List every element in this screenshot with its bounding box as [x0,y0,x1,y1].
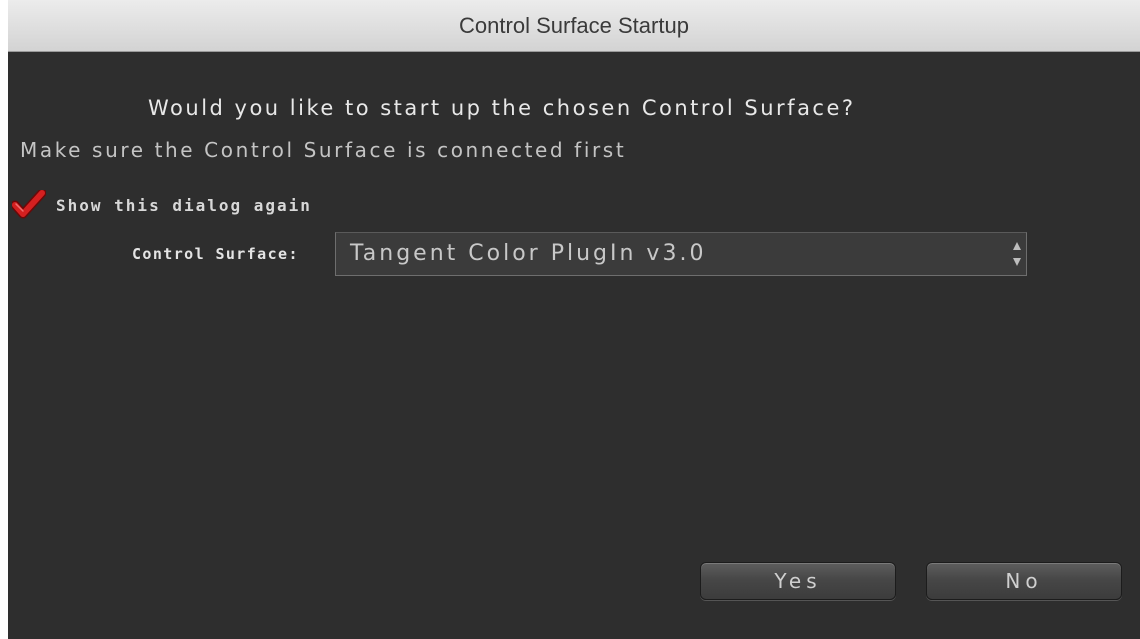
no-button[interactable]: No [926,562,1122,600]
title-bar[interactable]: Control Surface Startup [8,0,1140,52]
control-surface-value: Tangent Color PlugIn v3.0 [350,241,707,266]
dialog-content: Would you like to start up the chosen Co… [8,52,1140,639]
checkmark-icon[interactable] [10,188,47,220]
yes-button-label: Yes [774,569,822,593]
show-dialog-again-label: Show this dialog again [56,195,312,215]
up-down-arrows-icon [1011,237,1023,271]
control-surface-label: Control Surface: [132,245,299,263]
question-text: Would you like to start up the chosen Co… [148,96,856,120]
window-title: Control Surface Startup [459,12,689,38]
dialog-window: Control Surface Startup Would you like t… [8,0,1140,639]
control-surface-select[interactable]: Tangent Color PlugIn v3.0 [335,232,1027,276]
connection-note: Make sure the Control Surface is connect… [20,138,627,162]
no-button-label: No [1005,569,1043,593]
show-dialog-again-checkbox[interactable]: Show this dialog again [10,188,312,220]
yes-button[interactable]: Yes [700,562,896,600]
